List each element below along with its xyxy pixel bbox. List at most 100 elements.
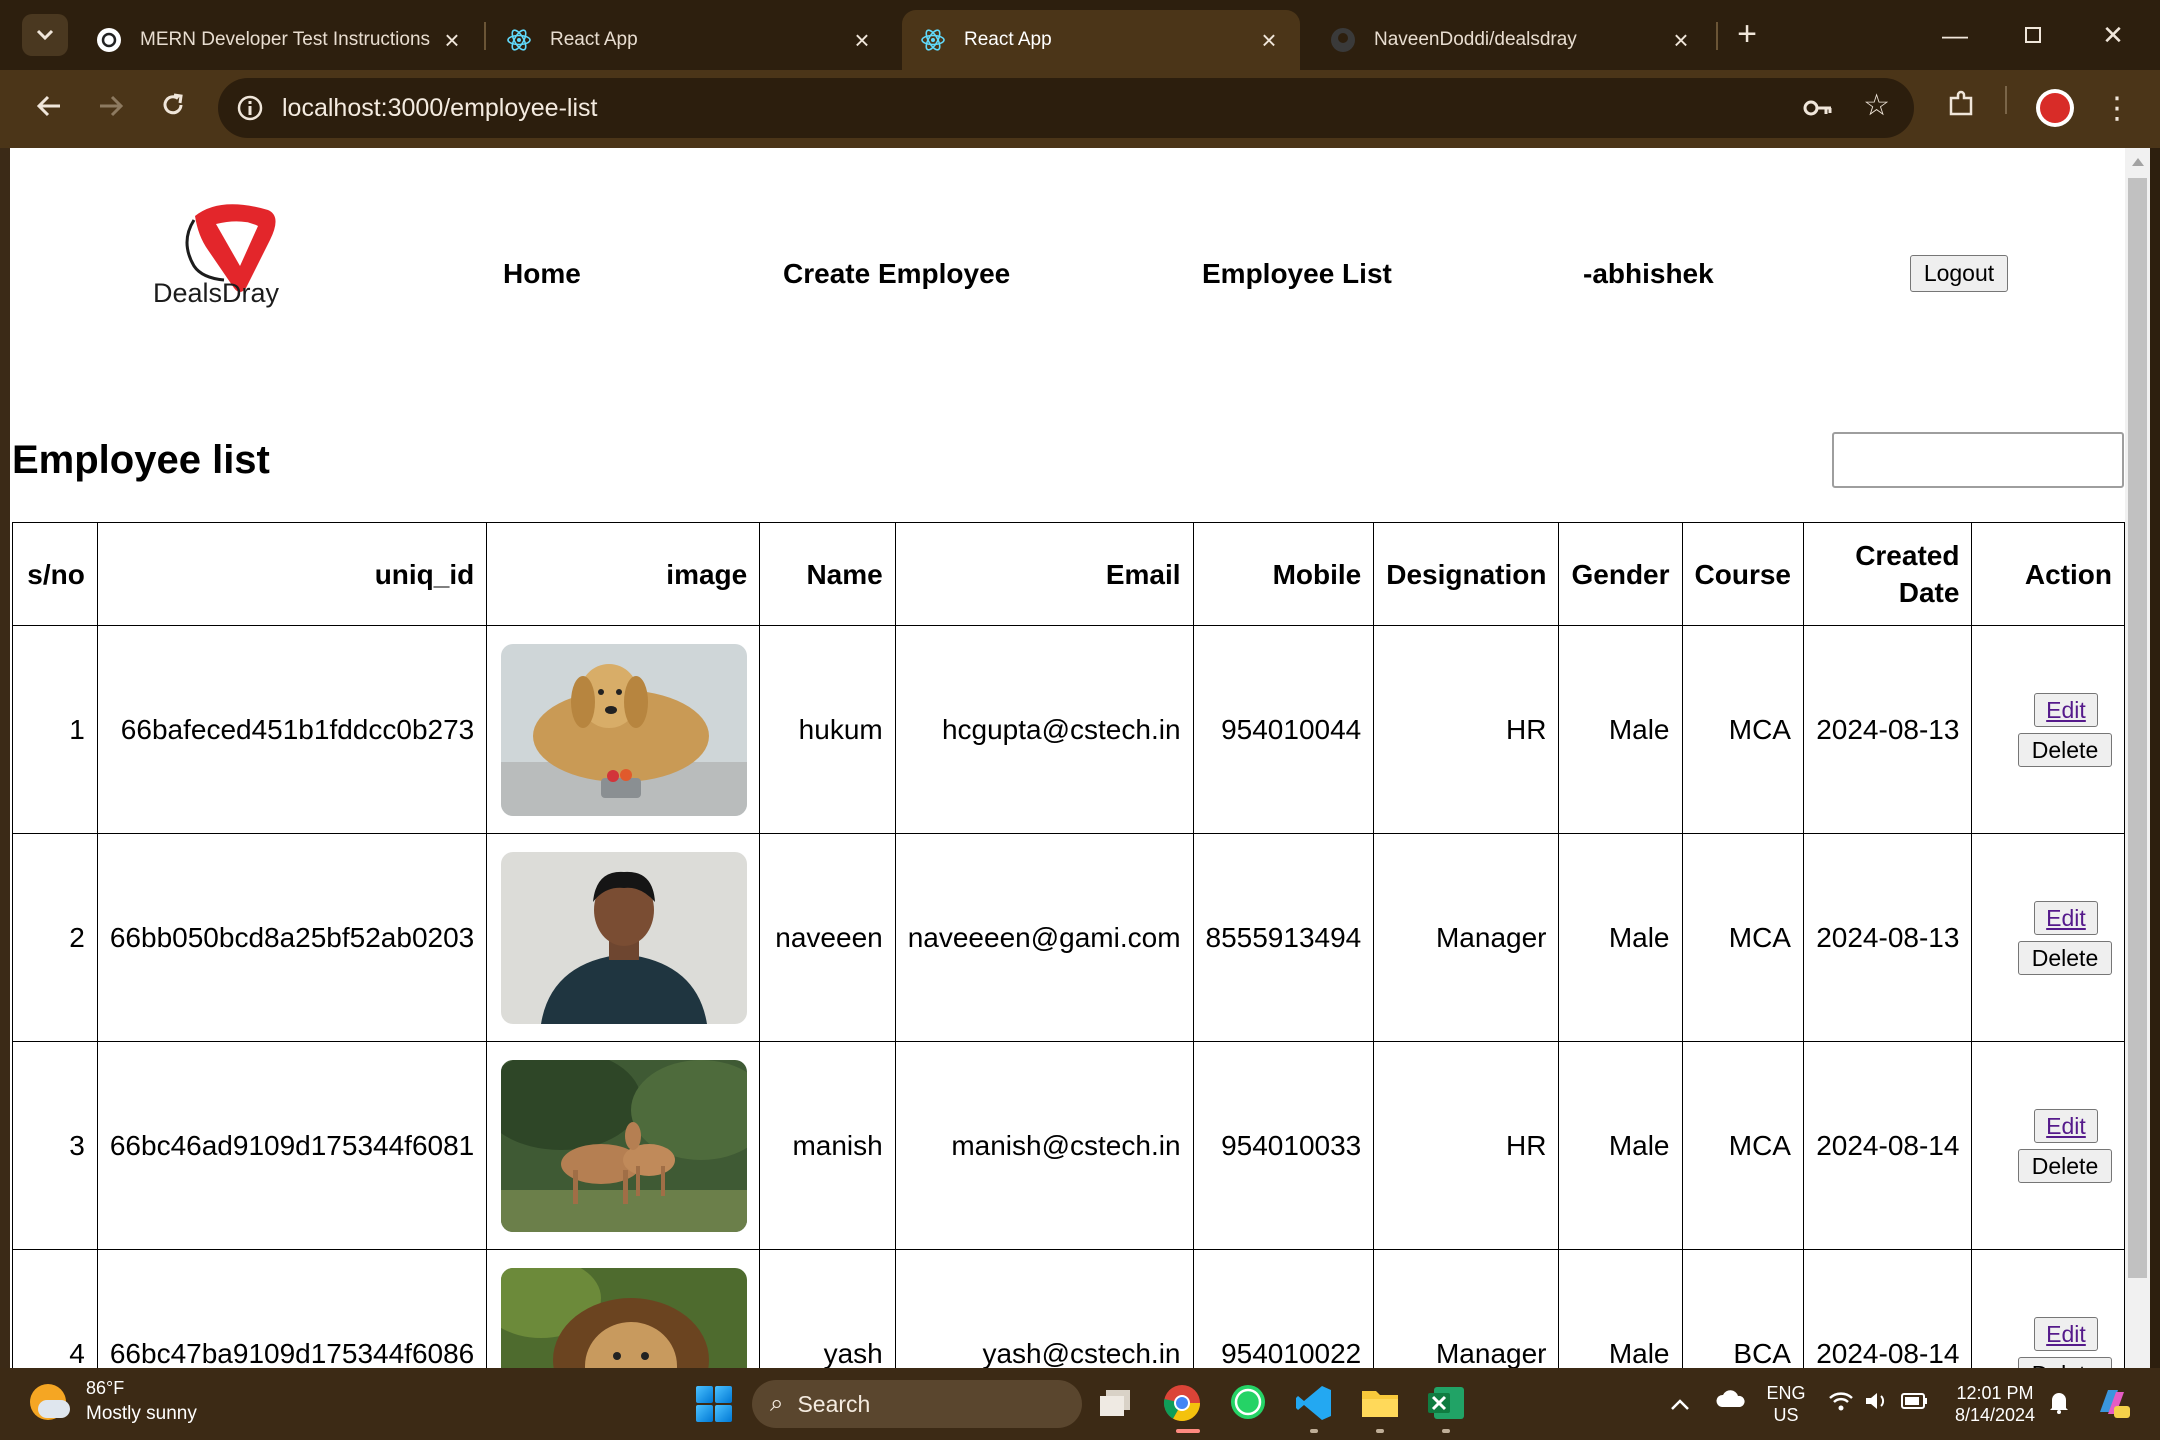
tab-react-app-active[interactable]: React App × [902, 10, 1300, 70]
column-header: Action [1971, 522, 2125, 626]
chevron-up-icon[interactable] [1670, 1390, 1690, 1418]
cell-image [486, 625, 761, 834]
taskbar-search-label: Search [797, 1390, 871, 1417]
tab-react-app-1[interactable]: React App × [488, 10, 893, 70]
close-icon[interactable]: × [849, 25, 875, 56]
language-code: ENG [1766, 1383, 1806, 1403]
windows-taskbar: 86°F Mostly sunny ⌕ Search ENG US 12:01 … [0, 1368, 2160, 1440]
close-icon[interactable]: × [1256, 25, 1282, 56]
arrow-right-icon [100, 95, 124, 117]
cell-gender: Male [1558, 1249, 1683, 1368]
file-explorer-icon[interactable] [1358, 1381, 1402, 1425]
taskbar-search[interactable]: ⌕ Search [752, 1380, 1082, 1428]
cell-sno: 2 [12, 833, 98, 1042]
table-row: 1 66bafeced451b1fddcc0b273 hukum hcgupta… [12, 625, 2125, 834]
table-row: 3 66bc46ad9109d175344f6081 manish manish… [12, 1041, 2125, 1250]
reload-button[interactable] [150, 86, 196, 132]
close-icon[interactable]: × [439, 25, 465, 56]
logout-button[interactable]: Logout [1910, 255, 2008, 292]
cell-sno: 4 [12, 1249, 98, 1368]
nav-employee-list[interactable]: Employee List [1202, 258, 1392, 290]
logo-text: DealsDray [153, 278, 280, 308]
delete-button[interactable]: Delete [2018, 1356, 2112, 1368]
column-header: image [486, 522, 761, 626]
chevron-down-icon [36, 29, 54, 41]
whatsapp-icon[interactable] [1226, 1381, 1270, 1425]
nav-create-employee[interactable]: Create Employee [783, 258, 1010, 290]
cell-mobile: 954010022 [1192, 1249, 1375, 1368]
clock-date: 8/14/2024 [1954, 1405, 2036, 1425]
new-tab-button[interactable]: + [1727, 14, 1767, 54]
back-button[interactable] [26, 86, 72, 132]
edit-button[interactable]: Edit [2034, 1108, 2098, 1143]
forward-button[interactable] [88, 86, 134, 132]
cell-mobile: 954010033 [1192, 1041, 1375, 1250]
column-header: Created Date [1802, 522, 1973, 626]
tab-github-repo[interactable]: NaveenDoddi/dealsdray × [1312, 10, 1712, 70]
windows-start-button[interactable] [696, 1386, 732, 1422]
extensions-icon[interactable] [1938, 86, 1984, 132]
column-header: Gender [1558, 522, 1683, 626]
scroll-up-arrow-icon[interactable] [2132, 158, 2144, 166]
input-language[interactable]: ENG US [1764, 1382, 1808, 1426]
window-edge [2150, 148, 2160, 1368]
edit-button[interactable]: Edit [2034, 692, 2098, 727]
region-code: US [1773, 1405, 1799, 1425]
cell-gender: Male [1558, 1041, 1683, 1250]
app-indicator [1442, 1429, 1450, 1433]
delete-button[interactable]: Delete [2018, 1148, 2112, 1183]
cell-action: Edit Delete [1971, 625, 2125, 834]
copilot-icon[interactable] [2094, 1384, 2130, 1427]
react-icon [506, 27, 532, 53]
search-input[interactable] [1832, 432, 2124, 488]
delete-button[interactable]: Delete [2018, 732, 2112, 767]
delete-button[interactable]: Delete [2018, 940, 2112, 975]
vscode-icon[interactable] [1292, 1381, 1336, 1425]
tab-title: React App [550, 29, 638, 50]
column-header: Name [759, 522, 896, 626]
excel-icon[interactable] [1424, 1381, 1468, 1425]
password-key-icon[interactable] [1800, 91, 1834, 130]
wifi-icon[interactable] [1828, 1390, 1854, 1419]
battery-icon[interactable] [1900, 1390, 1930, 1419]
weather-widget[interactable]: 86°F Mostly sunny [30, 1378, 197, 1425]
address-bar[interactable]: localhost:3000/employee-list ☆ [218, 78, 1914, 138]
chrome-icon[interactable] [1160, 1381, 1204, 1425]
site-info-icon[interactable] [230, 88, 270, 128]
cell-action: Edit Delete [1971, 833, 2125, 1042]
cell-mobile: 8555913494 [1192, 833, 1375, 1042]
menu-kebab-icon[interactable]: ⋮ [2094, 86, 2140, 132]
nav-home[interactable]: Home [503, 258, 581, 290]
tab-mern-instructions[interactable]: MERN Developer Test Instructions × [78, 10, 483, 70]
onedrive-cloud-icon[interactable] [1716, 1388, 1746, 1416]
maximize-button[interactable] [2003, 10, 2063, 60]
openai-icon [96, 27, 122, 53]
cell-email: naveeeen@gami.com [894, 833, 1194, 1042]
column-header: Email [894, 522, 1194, 626]
system-clock[interactable]: 12:01 PM 8/14/2024 [1940, 1382, 2050, 1426]
minimize-button[interactable]: — [1925, 10, 1985, 60]
cell-action: Edit Delete [1971, 1249, 2125, 1368]
cell-gender: Male [1558, 625, 1683, 834]
close-window-button[interactable]: ✕ [2083, 10, 2143, 60]
profile-avatar[interactable] [2036, 89, 2074, 127]
scrollbar-thumb[interactable] [2128, 178, 2147, 1278]
task-view-icon[interactable] [1094, 1381, 1138, 1425]
dog-photo [501, 643, 748, 816]
close-icon[interactable]: × [1668, 25, 1694, 56]
edit-button[interactable]: Edit [2034, 1316, 2098, 1351]
volume-icon[interactable] [1864, 1390, 1890, 1419]
cell-designation: HR [1373, 1041, 1560, 1250]
cell-sno: 1 [12, 625, 98, 834]
notification-bell-icon[interactable] [2048, 1390, 2070, 1421]
column-header: uniq_id [96, 522, 488, 626]
app-indicator [1376, 1429, 1384, 1433]
table-row: 4 66bc47ba9109d175344f6086 yash yash@cst… [12, 1249, 2125, 1368]
page-scrollbar[interactable] [2125, 148, 2150, 1368]
bookmark-star-icon[interactable]: ☆ [1863, 88, 1890, 123]
browser-tab-strip: MERN Developer Test Instructions × React… [0, 0, 2160, 70]
edit-button[interactable]: Edit [2034, 900, 2098, 935]
tab-search-button[interactable] [22, 14, 68, 56]
cell-email: hcgupta@cstech.in [894, 625, 1194, 834]
cell-action: Edit Delete [1971, 1041, 2125, 1250]
